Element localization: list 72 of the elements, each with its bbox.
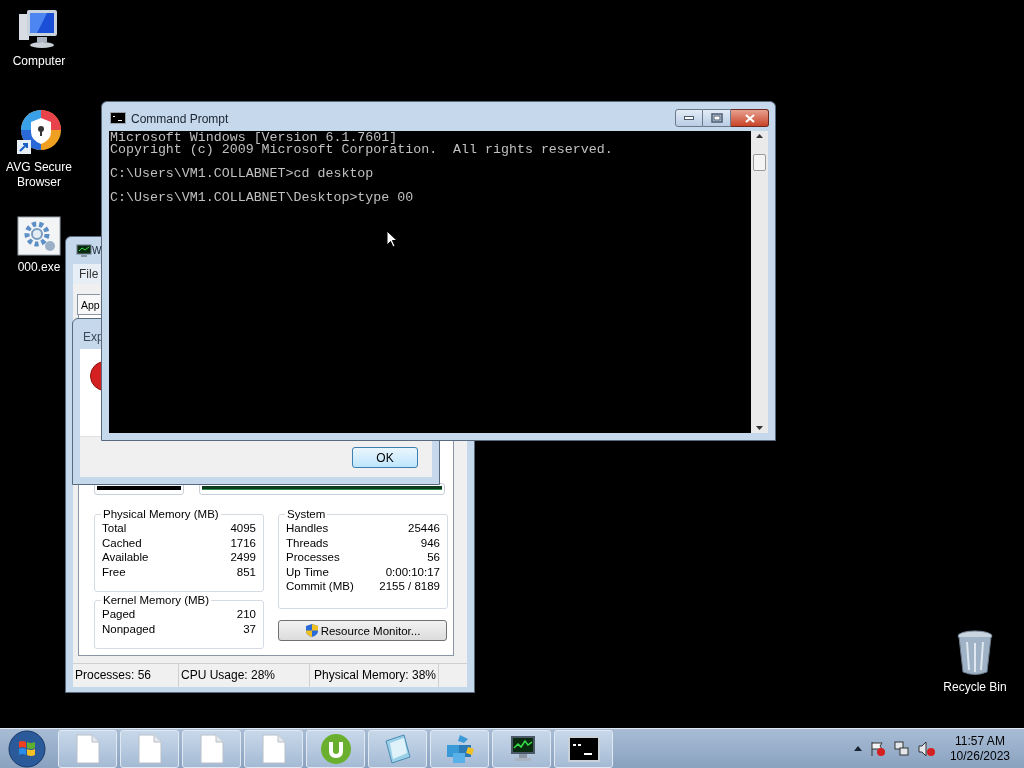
start-button[interactable] (7, 729, 47, 768)
stat-label: Paged (102, 607, 136, 622)
stat-label: Nonpaged (102, 621, 156, 636)
status-bar-item: Physical Memory: 38% (310, 664, 440, 687)
clock-date: 10/26/2023 (949, 748, 1010, 764)
show-hidden-icons-icon (853, 746, 862, 751)
window-title: Command Prompt (131, 111, 229, 127)
stat-value: 2499 (230, 550, 256, 565)
up-arrow-icon (756, 134, 763, 138)
windows-logo-icon (8, 729, 46, 768)
desktop-icon-label[interactable]: 000.exe (17, 260, 61, 275)
muted-speaker-icon (917, 740, 936, 757)
console-icon (110, 112, 126, 124)
trash-bin-icon (956, 630, 994, 676)
flag-icon (869, 740, 886, 757)
console-line: Microsoft Windows [Version 6.1.7601] (110, 132, 398, 144)
mouse-cursor-icon (386, 230, 398, 248)
console-line: C:\Users\VM1.COLLABNET\Desktop>type 00 (110, 192, 415, 204)
minimize-icon (684, 116, 694, 120)
stat-value: 0:00:10:17 (385, 564, 440, 579)
stat-value: 25446 (408, 521, 440, 536)
scrollbar-thumb[interactable] (753, 154, 766, 171)
stat-value: 56 (427, 550, 440, 565)
maximize-button[interactable] (703, 109, 731, 127)
close-button[interactable] (731, 109, 769, 127)
stat-label: Threads (286, 535, 329, 550)
restore-icon (710, 113, 723, 123)
status-bar-item: CPU Usage: 28% (179, 664, 310, 687)
desktop-icon-label[interactable]: Recycle Bin (943, 680, 1007, 695)
clock-time: 11:57 AM (955, 733, 1005, 749)
window-title: W (92, 244, 102, 258)
stat-label: Commit (MB) (286, 579, 354, 594)
stat-value: 2155 / 8189 (379, 579, 440, 594)
stat-value: 851 (236, 564, 256, 579)
stat-value: 37 (243, 621, 256, 636)
document-icon (261, 733, 286, 764)
stat-value: 4095 (230, 521, 256, 536)
stat-label: Processes (286, 550, 340, 565)
scrollbar[interactable] (751, 131, 768, 433)
document-icon (75, 733, 100, 764)
minimize-button[interactable] (675, 109, 703, 127)
stat-label: Up Time (286, 564, 329, 579)
console-line: Copyright (c) 2009 Microsoft Corporation. All rights reserved. (110, 144, 614, 156)
stat-value: 1716 (230, 535, 256, 550)
status-bar-item: Processes: 56 (73, 664, 179, 687)
tab[interactable]: App (77, 294, 100, 315)
console-line: C:\Users\VM1.COLLABNET>cd desktop (110, 168, 375, 180)
desktop-icon-label[interactable]: AVG Secure Browser (1, 160, 77, 190)
shield-icon (304, 623, 319, 638)
stat-label: Total (102, 521, 127, 536)
stat-label: Cached (102, 535, 142, 550)
ok-button[interactable]: OK (352, 447, 418, 468)
close-icon (744, 113, 755, 123)
stat-label: Free (102, 564, 126, 579)
taskbar-button[interactable] (554, 729, 613, 768)
down-arrow-icon (756, 426, 763, 430)
shield-browser-icon (15, 108, 63, 156)
torrent-icon (319, 732, 352, 765)
stat-value: 946 (420, 535, 440, 550)
network-icon (893, 740, 910, 757)
document-icon (137, 733, 162, 764)
stat-label: Handles (286, 521, 329, 536)
monitor-icon (76, 244, 92, 258)
stat-value: 210 (236, 607, 256, 622)
console-icon (567, 735, 600, 762)
desktop-icon-label[interactable]: Computer (12, 54, 66, 69)
stat-label: Available (102, 550, 149, 565)
gear-icon (17, 216, 61, 256)
resource-monitor-button[interactable]: Resource Monitor... (278, 620, 447, 641)
menu-item[interactable]: File (79, 266, 99, 282)
taskbar-button[interactable] (492, 729, 551, 768)
document-icon (199, 733, 224, 764)
